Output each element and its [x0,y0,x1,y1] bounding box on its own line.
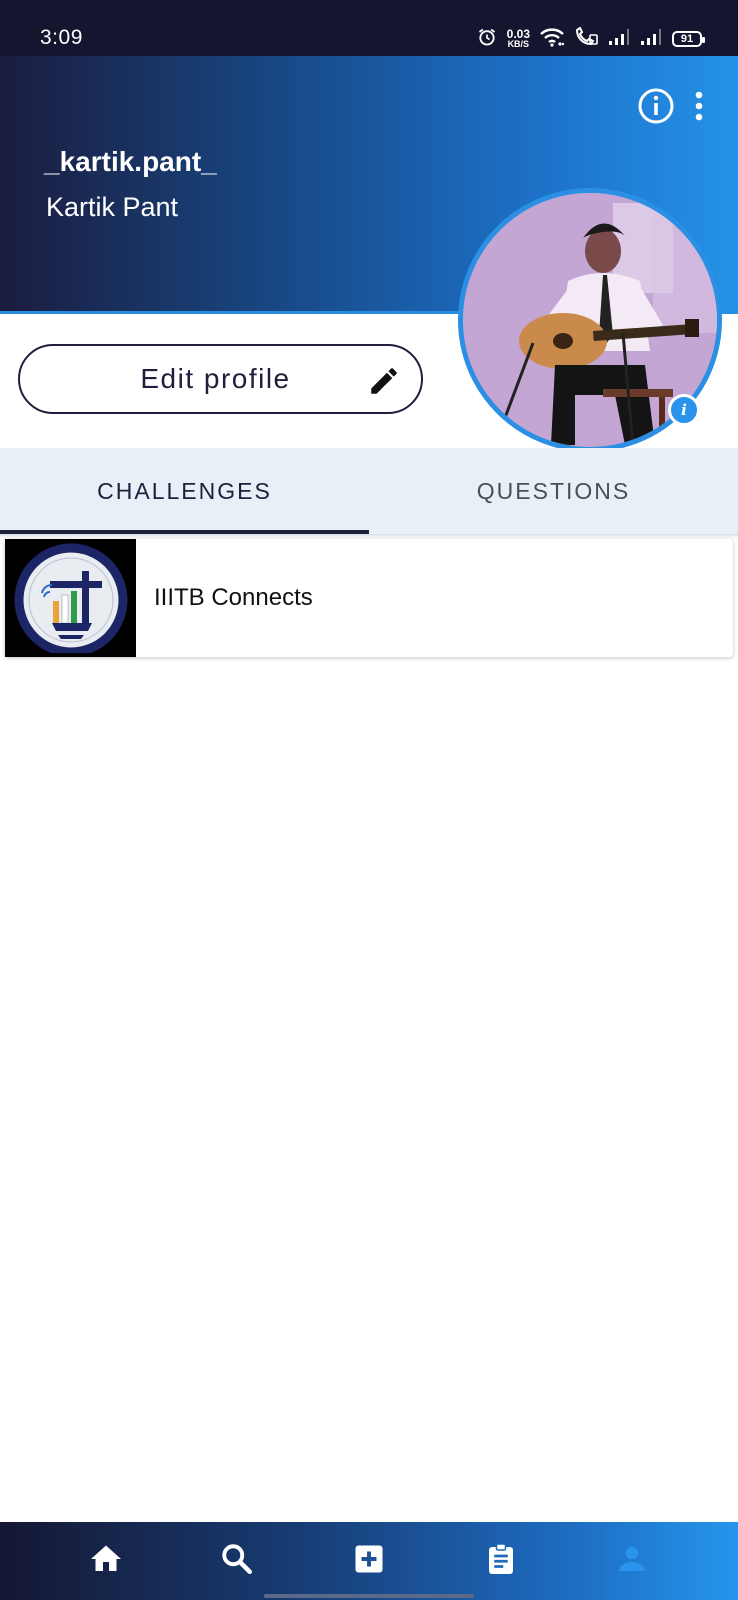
more-vertical-icon[interactable] [692,89,706,123]
battery-indicator: 91 [672,31,705,47]
alarm-icon [477,27,497,52]
edit-profile-label: Edit profile [140,363,291,394]
status-bar: 3:09 0.03 KB/S 91 [0,0,738,56]
add-box-icon [351,1541,387,1582]
tab-challenges[interactable]: CHALLENGES [0,448,369,534]
home-indicator [264,1594,474,1598]
person-icon [614,1541,650,1582]
pencil-icon [367,364,401,403]
network-speed-value: 0.03 [506,27,530,41]
info-icon[interactable] [636,86,676,126]
wifi-icon [540,27,565,52]
nav-home[interactable] [76,1531,136,1591]
search-icon [219,1541,255,1582]
username: _kartik.pant_ [44,146,217,177]
tab-questions[interactable]: QUESTIONS [369,448,738,534]
challenge-list-item[interactable]: IIITB Connects [5,539,733,657]
network-speed-unit: KB/S [507,39,530,49]
signal-icon [608,28,630,51]
edit-profile-button[interactable]: Edit profile [18,344,423,414]
avatar-edit-badge[interactable]: i [668,394,700,426]
challenge-title: IIITB Connects [154,584,313,611]
challenge-logo [5,539,136,657]
home-icon [88,1541,124,1582]
tab-bar: CHALLENGES QUESTIONS [0,448,738,534]
network-speed: 0.03 KB/S [506,27,530,49]
profile-screen: 3:09 0.03 KB/S 91 _kartik.pant_ Kartik P… [0,0,738,1600]
status-icons: 0.03 KB/S 91 [477,26,705,52]
nav-assignments[interactable] [471,1531,531,1591]
nav-add[interactable] [339,1531,399,1591]
full-name: Kartik Pant [46,192,179,222]
header-actions [636,86,706,126]
nav-profile[interactable] [602,1531,662,1591]
bottom-navigation [0,1522,738,1600]
volte-call-icon [574,26,598,52]
status-time: 3:09 [40,26,83,49]
nav-search[interactable] [207,1531,267,1591]
signal-icon [640,28,662,51]
assignment-icon [483,1541,519,1582]
tab-divider [0,534,738,538]
